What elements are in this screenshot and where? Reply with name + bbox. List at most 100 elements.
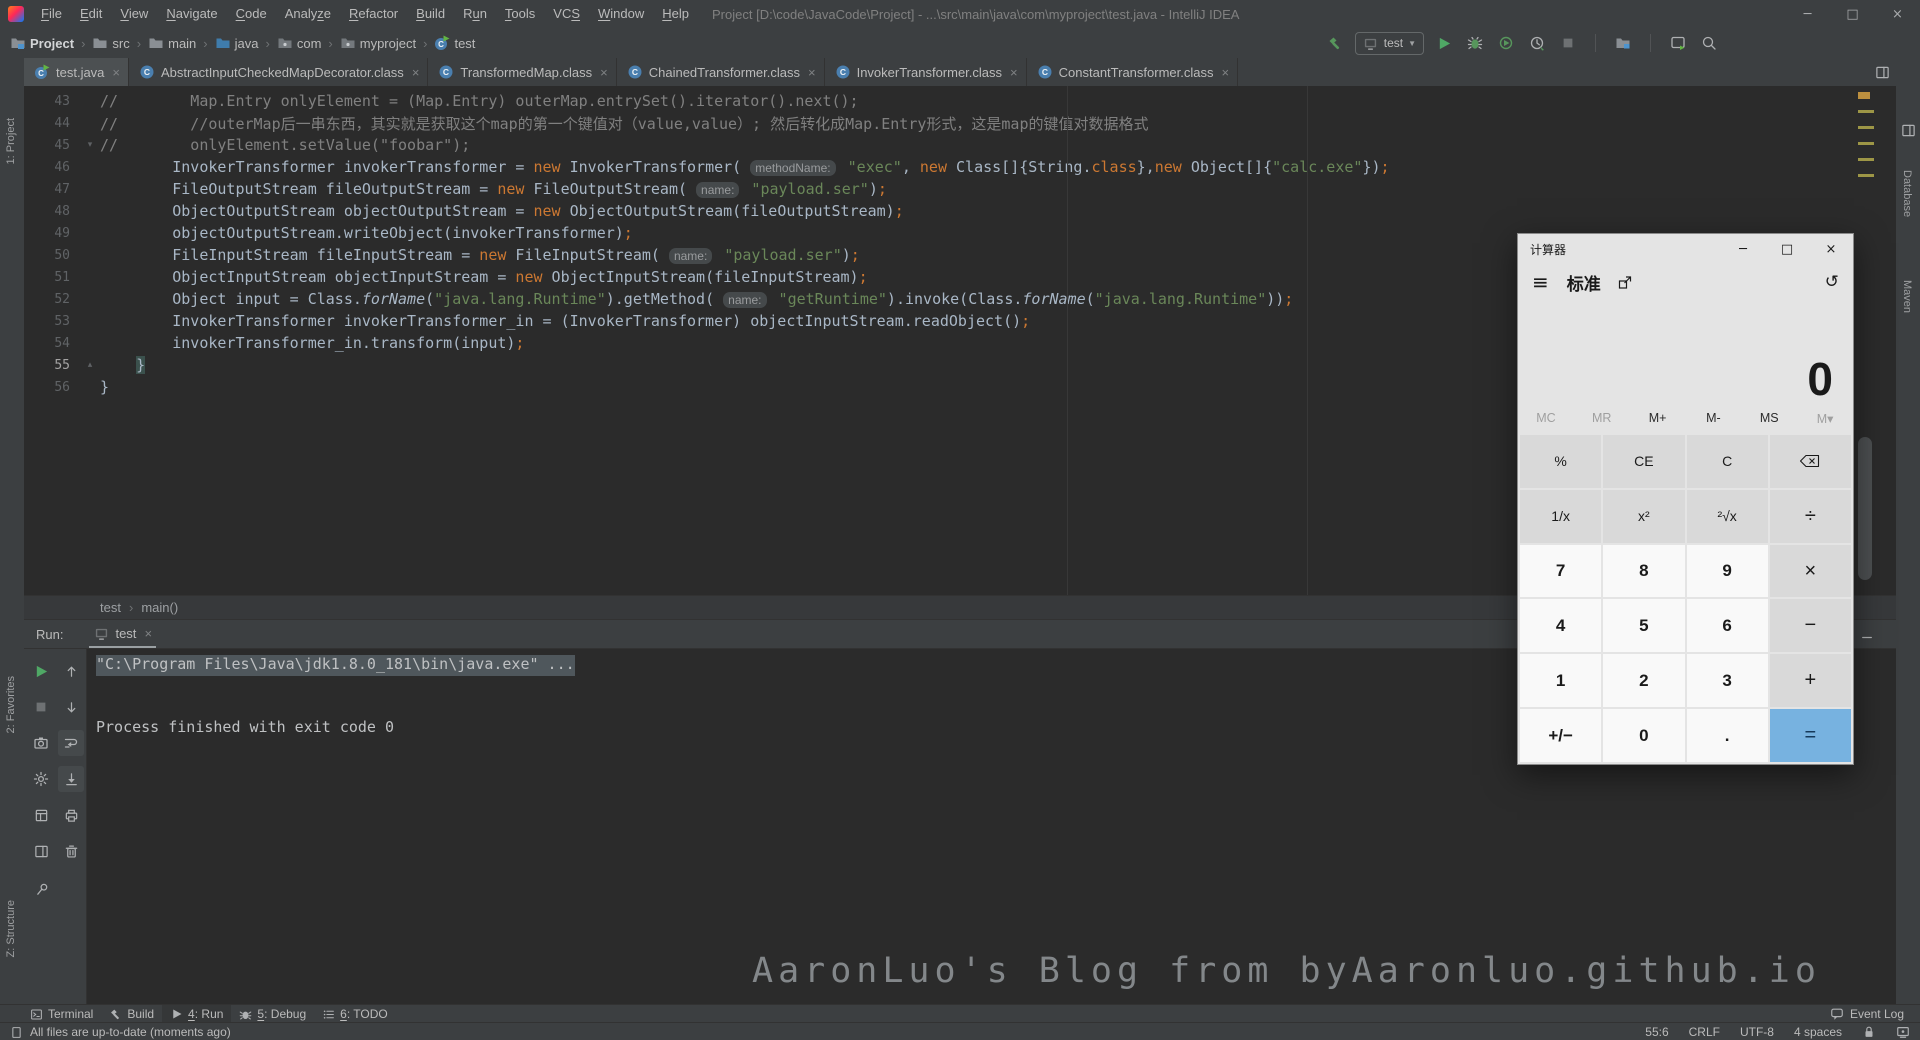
close-icon[interactable]: × [144, 626, 152, 641]
tool-window-button-5-debug[interactable]: 5: Debug [231, 1005, 314, 1023]
indent-setting[interactable]: 4 spaces [1794, 1025, 1842, 1039]
menu-analyze[interactable]: Analyze [276, 6, 340, 21]
thread-dump-button[interactable] [28, 730, 54, 756]
key-x[interactable]: ²√x [1687, 490, 1768, 543]
tool-window-button-build[interactable]: Build [101, 1005, 162, 1023]
menu-file[interactable]: File [32, 6, 71, 21]
memory-m[interactable]: M+ [1630, 411, 1686, 425]
code-line-44[interactable]: 44// //outerMap后一串东西，其实就是获取这个map的第一个键值对（… [24, 112, 1896, 134]
sidebar-item-z-structure[interactable]: Z: Structure [5, 900, 17, 957]
key-0[interactable]: 0 [1603, 709, 1684, 762]
tab-test-java[interactable]: Ctest.java× [24, 58, 129, 86]
breadcrumb-java[interactable]: java [215, 35, 259, 51]
menu-tools[interactable]: Tools [496, 6, 544, 21]
calculator-title-bar[interactable]: 计算器 ─□× [1518, 234, 1853, 264]
memory-m[interactable]: M- [1685, 411, 1741, 425]
menu-refactor[interactable]: Refactor [340, 6, 407, 21]
maximize-icon[interactable]: □ [1830, 0, 1875, 28]
key-3[interactable]: 3 [1687, 654, 1768, 707]
event-log-button[interactable]: Event Log [1829, 1006, 1920, 1022]
minimize-icon[interactable]: ─ [1785, 0, 1830, 28]
layout-icon[interactable] [1874, 64, 1890, 80]
scroll-to-end-button[interactable] [58, 766, 84, 792]
pin-icon-slot[interactable] [34, 881, 50, 902]
breadcrumb-com[interactable]: com [277, 35, 322, 51]
search-button[interactable] [1698, 32, 1720, 54]
key-ce[interactable]: CE [1603, 435, 1684, 488]
build-button[interactable] [1324, 32, 1346, 54]
breadcrumb-project[interactable]: Project [10, 35, 74, 51]
calc-close-icon[interactable]: × [1809, 234, 1853, 264]
inspection-mark[interactable] [1858, 110, 1874, 113]
tab-abstractinputcheckedmapdecorator-class[interactable]: CAbstractInputCheckedMapDecorator.class× [129, 58, 428, 86]
menu-vcs[interactable]: VCS [544, 6, 589, 21]
soft-wrap-button[interactable] [58, 730, 84, 756]
rerun-button[interactable] [28, 658, 54, 684]
hide-panel-button[interactable] [1856, 623, 1878, 645]
menu-run[interactable]: Run [454, 6, 496, 21]
sidebar-item-1-project[interactable]: 1: Project [5, 118, 17, 164]
console-line[interactable] [96, 676, 106, 697]
calc-maximize-icon[interactable]: □ [1765, 234, 1809, 264]
inspection-mark[interactable] [1858, 174, 1874, 177]
key-dot[interactable]: +/− [1520, 709, 1601, 762]
key-dot[interactable]: + [1770, 654, 1851, 707]
down-stack-button[interactable] [58, 694, 84, 720]
key-c[interactable]: C [1687, 435, 1768, 488]
menu-edit[interactable]: Edit [71, 6, 111, 21]
menu-help[interactable]: Help [653, 6, 698, 21]
debug-button[interactable] [1464, 32, 1486, 54]
calc-minimize-icon[interactable]: ─ [1721, 234, 1765, 264]
layout-button[interactable] [28, 838, 54, 864]
key-1-x[interactable]: 1/x [1520, 490, 1601, 543]
tab-transformedmap-class[interactable]: CTransformedMap.class× [428, 58, 616, 86]
sidebar-item-2-favorites[interactable]: 2: Favorites [5, 676, 17, 733]
key-dot[interactable]: = [1770, 709, 1851, 762]
menu-build[interactable]: Build [407, 6, 454, 21]
breadcrumb-src[interactable]: src [92, 35, 129, 51]
sidebar-item-maven[interactable]: Maven [1901, 280, 1913, 313]
run-with-coverage-button[interactable] [1495, 32, 1517, 54]
project-structure-button[interactable] [1612, 32, 1634, 54]
close-icon[interactable]: × [412, 65, 420, 80]
tool-window-button-terminal[interactable]: Terminal [22, 1005, 101, 1023]
caret-position[interactable]: 55:6 [1645, 1025, 1668, 1039]
remote-indicator-icon[interactable] [1896, 1025, 1910, 1039]
code-line-43[interactable]: 43// Map.Entry onlyElement = (Map.Entry)… [24, 90, 1896, 112]
print-button[interactable] [58, 802, 84, 828]
layout-icon[interactable] [1900, 122, 1916, 143]
menu-window[interactable]: Window [589, 6, 653, 21]
key-9[interactable]: 9 [1687, 545, 1768, 598]
key-6[interactable]: 6 [1687, 599, 1768, 652]
tool-window-button-6-todo[interactable]: 6: TODO [314, 1005, 396, 1023]
editor-scrollbar[interactable] [1858, 437, 1872, 580]
key-5[interactable]: 5 [1603, 599, 1684, 652]
key-7[interactable]: 7 [1520, 545, 1601, 598]
close-icon[interactable]: × [1010, 65, 1018, 80]
close-icon[interactable]: × [808, 65, 816, 80]
memory-m[interactable]: M▾ [1797, 411, 1853, 426]
key-dot[interactable]: . [1687, 709, 1768, 762]
tab-constanttransformer-class[interactable]: CConstantTransformer.class× [1027, 58, 1238, 86]
breadcrumb-main[interactable]: main [148, 35, 196, 51]
menu-view[interactable]: View [111, 6, 157, 21]
key-dot[interactable]: − [1770, 599, 1851, 652]
run-configuration-combo[interactable]: test▼ [1355, 32, 1424, 55]
file-encoding[interactable]: UTF-8 [1740, 1025, 1774, 1039]
close-icon[interactable]: × [1221, 65, 1229, 80]
stop-button[interactable] [28, 694, 54, 720]
key-dot[interactable]: × [1770, 545, 1851, 598]
breadcrumb-myproject[interactable]: myproject [340, 35, 416, 51]
memory-mr[interactable]: MR [1574, 411, 1630, 425]
close-icon[interactable]: × [112, 65, 120, 80]
key-1[interactable]: 1 [1520, 654, 1601, 707]
keep-on-top-icon[interactable] [1617, 274, 1633, 290]
key-4[interactable]: 4 [1520, 599, 1601, 652]
code-line-48[interactable]: 48 ObjectOutputStream objectOutputStream… [24, 200, 1896, 222]
menu-code[interactable]: Code [227, 6, 276, 21]
console-line[interactable]: Process finished with exit code 0 [96, 718, 394, 739]
menu-navigate[interactable]: Navigate [157, 6, 226, 21]
settings-button[interactable] [28, 766, 54, 792]
key-backspace[interactable] [1770, 435, 1851, 488]
key-dot[interactable]: % [1520, 435, 1601, 488]
